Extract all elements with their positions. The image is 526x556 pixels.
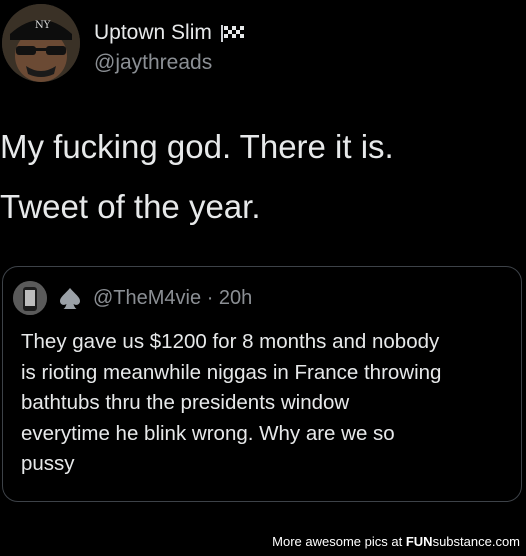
profile-photo-icon	[13, 281, 47, 315]
author-avatar[interactable]: NY	[2, 4, 80, 82]
quoted-tweet-meta: @TheM4vie · 20h	[93, 286, 252, 310]
quoted-text-line: everytime he blink wrong. Why are we so	[21, 421, 395, 445]
watermark-brand-fun: FUN	[405, 534, 433, 549]
quoted-text-line: bathtubs thru the presidents window	[21, 391, 350, 414]
spade-icon	[60, 288, 80, 309]
author-name-row: Uptown Slim	[94, 20, 246, 46]
profile-photo-icon: NY	[2, 4, 80, 82]
watermark-suffix: .com	[491, 534, 520, 549]
quoted-handle[interactable]: @TheM4vie	[93, 287, 201, 309]
meta-separator: ·	[206, 287, 214, 309]
svg-text:NY: NY	[35, 20, 51, 31]
quoted-text-line: They gave us $1200 for 8 months and nobo…	[21, 330, 440, 353]
site-watermark: More awesome pics at FUNsubstance.com	[272, 534, 520, 550]
watermark-prefix: More awesome pics at	[272, 534, 406, 549]
quoted-tweet-card[interactable]: @TheM4vie · 20h They gave us $1200 for 8…	[2, 266, 522, 502]
quoted-tweet-header: @TheM4vie · 20h	[13, 281, 252, 315]
quoted-timestamp[interactable]: 20h	[219, 287, 252, 309]
tweet-text-line-2: Tweet of the year.	[0, 188, 261, 225]
quoted-text-line: is rioting meanwhile niggas in France th…	[21, 360, 442, 384]
quoted-tweet-body: They gave us $1200 for 8 months and nobo…	[21, 327, 521, 480]
quoted-author-avatar[interactable]	[13, 281, 47, 315]
tweet-text-line-1: My fucking god. There it is.	[0, 128, 394, 165]
watermark-brand-substance: substance	[432, 534, 492, 549]
checkered-flag-icon	[220, 25, 244, 42]
author-handle[interactable]: @jaythreads	[94, 50, 212, 76]
quoted-text-line: pussy	[21, 452, 75, 475]
author-display-name[interactable]: Uptown Slim	[94, 20, 212, 46]
